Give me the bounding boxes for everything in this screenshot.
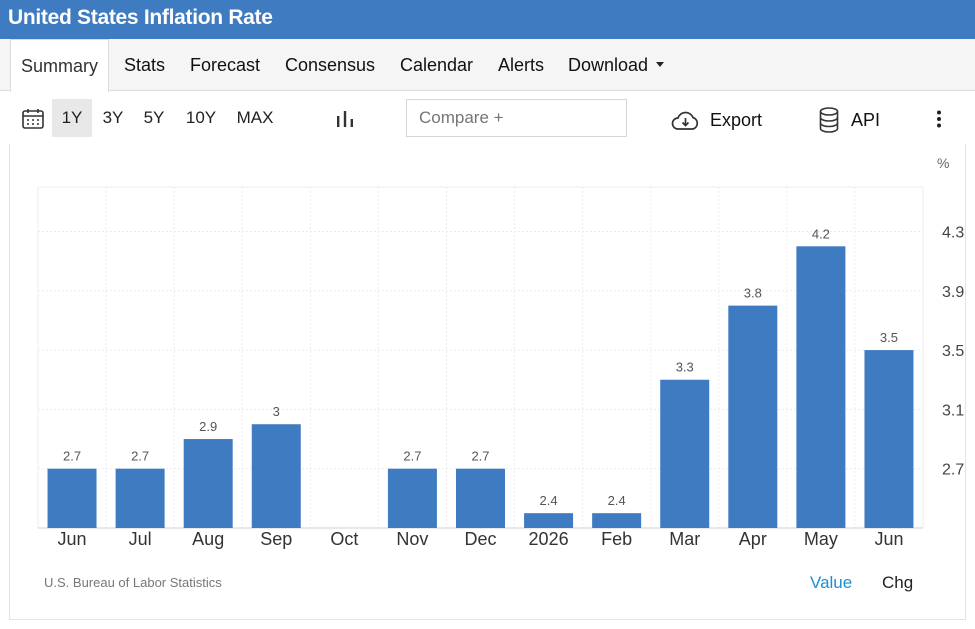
api-button[interactable]: API	[851, 110, 880, 131]
bar-value-label: 2.7	[131, 449, 149, 464]
more-vertical-icon[interactable]	[936, 110, 942, 133]
bar-value-label: 2.7	[403, 449, 421, 464]
x-tick-label: Jun	[58, 529, 87, 549]
export-button[interactable]: Export	[710, 110, 762, 131]
value-toggle[interactable]: Value	[810, 573, 852, 593]
bar-value-label: 2.9	[199, 419, 217, 434]
bar	[115, 468, 165, 528]
bar	[183, 439, 233, 528]
bar-value-label: 3	[273, 404, 280, 419]
data-source-label: U.S. Bureau of Labor Statistics	[44, 575, 222, 590]
bar-value-label: 3.5	[880, 330, 898, 345]
bar	[524, 513, 574, 528]
tab-alerts[interactable]: Alerts	[498, 39, 544, 91]
chart-toolbar: 1Y 3Y 5Y 10Y MAX Export API	[0, 92, 975, 144]
x-tick-label: Jul	[129, 529, 152, 549]
tab-consensus[interactable]: Consensus	[285, 39, 375, 91]
y-tick-label: 3.9	[942, 284, 964, 301]
title-bar: United States Inflation Rate	[0, 0, 975, 39]
range-max-button[interactable]: MAX	[231, 99, 279, 137]
range-5y-button[interactable]: 5Y	[137, 99, 171, 137]
inflation-bar-chart: 2.7 3.1 3.5 3.9 4.3% 2.7 Jun 2.7 Jul 2.9 Aug 3 Sep Oc…	[37, 155, 964, 549]
bar-value-label: 2.7	[471, 449, 489, 464]
tab-forecast[interactable]: Forecast	[190, 39, 260, 91]
change-toggle[interactable]: Chg	[882, 573, 913, 593]
x-tick-label: Jun	[874, 529, 903, 549]
bar-value-label: 4.2	[812, 226, 830, 241]
chart-frame: 2.7 3.1 3.5 3.9 4.3% 2.7 Jun 2.7 Jul 2.9 Aug 3 Sep Oc…	[9, 144, 966, 620]
x-tick-label: Oct	[330, 529, 358, 549]
y-tick-label: 2.7	[942, 462, 964, 479]
bar	[387, 468, 437, 528]
x-tick-label: 2026	[529, 529, 569, 549]
y-unit-label: %	[937, 155, 949, 171]
compare-input[interactable]	[406, 99, 627, 137]
bar	[592, 513, 642, 528]
bar	[251, 424, 301, 528]
database-icon[interactable]	[819, 107, 839, 138]
chevron-down-icon	[656, 61, 665, 67]
tab-download[interactable]: Download	[568, 39, 665, 91]
range-3y-button[interactable]: 3Y	[96, 99, 130, 137]
x-tick-label: Apr	[739, 529, 767, 549]
tab-bar: Summary Stats Forecast Consensus Calenda…	[0, 39, 975, 92]
bar	[796, 246, 846, 528]
tab-summary[interactable]: Summary	[10, 39, 110, 92]
x-tick-label: Nov	[396, 529, 428, 549]
bar-value-label: 2.4	[540, 493, 558, 508]
tab-stats[interactable]: Stats	[124, 39, 165, 91]
bar	[660, 379, 710, 528]
tab-calendar[interactable]: Calendar	[400, 39, 473, 91]
bar	[864, 350, 914, 528]
bar-value-label: 2.4	[608, 493, 626, 508]
bar-value-label: 2.7	[63, 449, 81, 464]
bar	[456, 468, 505, 528]
bar	[47, 468, 97, 528]
bar	[728, 305, 778, 528]
range-10y-button[interactable]: 10Y	[180, 99, 222, 137]
x-tick-label: Mar	[669, 529, 700, 549]
bar-value-label: 3.3	[676, 360, 694, 375]
x-tick-label: May	[804, 529, 838, 549]
range-1y-button[interactable]: 1Y	[52, 99, 92, 137]
x-tick-label: Sep	[260, 529, 292, 549]
calendar-icon[interactable]	[22, 108, 44, 135]
bar-chart-icon[interactable]	[336, 110, 354, 133]
page-title: United States Inflation Rate	[8, 6, 273, 29]
tab-download-label: Download	[568, 55, 649, 75]
y-tick-label: 3.1	[942, 402, 964, 419]
y-tick-label: 3.5	[942, 343, 964, 360]
x-tick-label: Feb	[601, 529, 632, 549]
x-tick-label: Aug	[192, 529, 224, 549]
x-tick-label: Dec	[464, 529, 496, 549]
cloud-download-icon[interactable]	[670, 111, 700, 136]
bar-value-label: 3.8	[744, 286, 762, 301]
y-tick-label: 4.3	[942, 224, 964, 241]
